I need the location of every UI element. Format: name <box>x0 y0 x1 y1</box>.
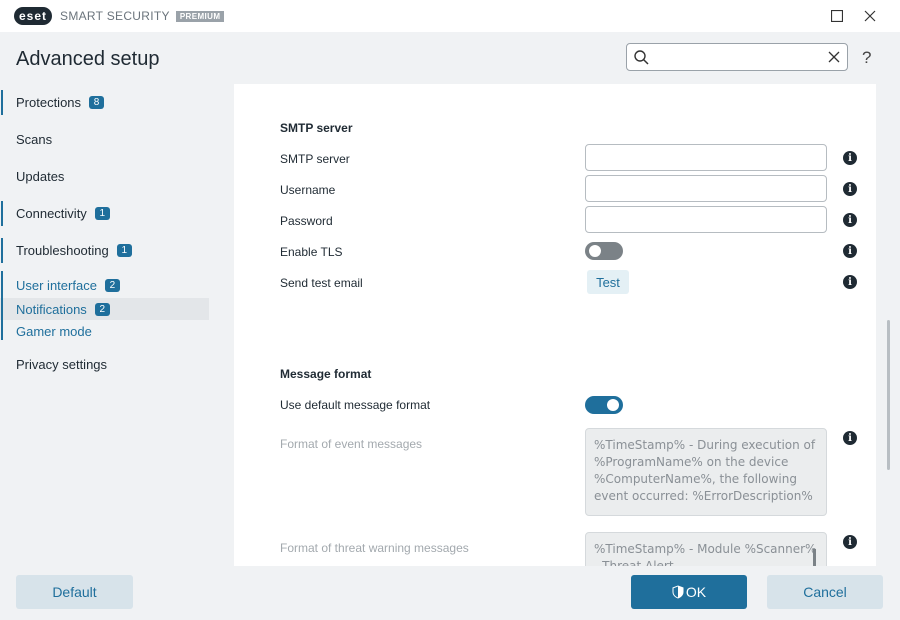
sidebar-item-privacy-settings[interactable]: Privacy settings <box>0 346 212 383</box>
username-label: Username <box>280 183 336 197</box>
shield-icon <box>672 585 684 599</box>
sidebar-group-user-interface: User interface 2 Notifications 2 Gamer m… <box>0 269 212 342</box>
default-format-label: Use default message format <box>280 398 431 412</box>
eset-logo: eset SMART SECURITY PREMIUM <box>14 7 225 25</box>
sidebar-item-label: Protections <box>16 95 82 110</box>
username-input[interactable] <box>585 175 827 202</box>
sidebar-item-notifications[interactable]: Notifications 2 <box>0 298 209 320</box>
sidebar-item-user-interface[interactable]: User interface 2 <box>0 273 212 298</box>
page-title: Advanced setup <box>16 48 160 70</box>
sidebar-item-gamer-mode[interactable]: Gamer mode <box>0 320 212 342</box>
sidebar-item-label: Scans <box>16 132 53 147</box>
message-format-section-title: Message format <box>280 367 372 381</box>
event-format-label: Format of event messages <box>280 437 423 451</box>
default-button[interactable]: Default <box>16 575 133 609</box>
help-icon[interactable]: ? <box>862 48 871 68</box>
sidebar-item-scans[interactable]: Scans <box>0 121 212 158</box>
enable-tls-label: Enable TLS <box>280 245 343 259</box>
info-icon[interactable]: i <box>843 151 857 165</box>
password-input[interactable] <box>585 206 827 233</box>
sidebar-item-label: Notifications <box>16 301 87 317</box>
settings-panel: SMTP server SMTP server i Username i Pas… <box>234 84 876 566</box>
page-scrollbar[interactable] <box>887 320 890 470</box>
smtp-server-label: SMTP server <box>280 152 350 166</box>
enable-tls-toggle[interactable] <box>585 242 623 260</box>
toggle-knob <box>607 399 619 411</box>
sidebar-item-updates[interactable]: Updates <box>0 158 212 195</box>
toggle-knob <box>589 245 601 257</box>
info-icon[interactable]: i <box>843 244 857 258</box>
edition-tag: PREMIUM <box>175 10 225 22</box>
maximize-button[interactable] <box>822 0 852 32</box>
count-badge: 2 <box>94 302 110 316</box>
info-icon[interactable]: i <box>843 182 857 196</box>
smtp-server-input[interactable] <box>585 144 827 171</box>
product-name: SMART SECURITY <box>60 9 170 23</box>
sidebar-item-connectivity[interactable]: Connectivity 1 <box>0 195 212 232</box>
close-button[interactable] <box>855 0 885 32</box>
search-icon <box>634 50 649 65</box>
count-badge: 2 <box>104 279 120 292</box>
textarea-scrollbar[interactable] <box>813 549 816 566</box>
default-format-toggle[interactable] <box>585 396 623 414</box>
search-input[interactable] <box>655 47 825 67</box>
sidebar-item-troubleshooting[interactable]: Troubleshooting 1 <box>0 232 212 269</box>
sidebar-item-label: Gamer mode <box>16 323 92 339</box>
sidebar-item-label: Updates <box>16 169 65 184</box>
sidebar: Protections 8 Scans Updates Connectivity… <box>0 84 212 383</box>
threat-format-text: %TimeStamp% - Module %Scanner% - Threat … <box>594 542 817 566</box>
logo-badge: eset <box>14 7 53 25</box>
ok-label: OK <box>685 584 707 600</box>
close-icon <box>864 10 876 22</box>
ok-button[interactable]: OK <box>631 575 747 609</box>
info-icon[interactable]: i <box>843 431 857 445</box>
sidebar-item-label: User interface <box>16 278 97 293</box>
count-badge: 8 <box>89 96 105 109</box>
sidebar-item-label: Connectivity <box>16 206 87 221</box>
sidebar-item-protections[interactable]: Protections 8 <box>0 84 212 121</box>
password-label: Password <box>280 214 333 228</box>
threat-format-label: Format of threat warning messages <box>280 541 469 555</box>
title-bar: eset SMART SECURITY PREMIUM <box>0 0 900 32</box>
smtp-section-title: SMTP server <box>280 121 353 135</box>
info-icon[interactable]: i <box>843 213 857 227</box>
maximize-icon <box>831 10 843 22</box>
info-icon[interactable]: i <box>843 535 857 549</box>
event-format-textarea[interactable]: %TimeStamp% - During execution of %Progr… <box>585 428 827 516</box>
test-button[interactable]: Test <box>587 270 629 294</box>
send-test-email-label: Send test email <box>280 276 363 290</box>
count-badge: 1 <box>116 244 132 257</box>
threat-format-textarea[interactable]: %TimeStamp% - Module %Scanner% - Threat … <box>585 532 827 566</box>
clear-search-icon[interactable] <box>826 49 842 65</box>
info-icon[interactable]: i <box>843 275 857 289</box>
sidebar-item-label: Troubleshooting <box>16 243 109 258</box>
sidebar-item-label: Privacy settings <box>16 357 108 372</box>
search-box[interactable] <box>626 43 848 71</box>
cancel-button[interactable]: Cancel <box>767 575 883 609</box>
count-badge: 1 <box>94 207 110 220</box>
